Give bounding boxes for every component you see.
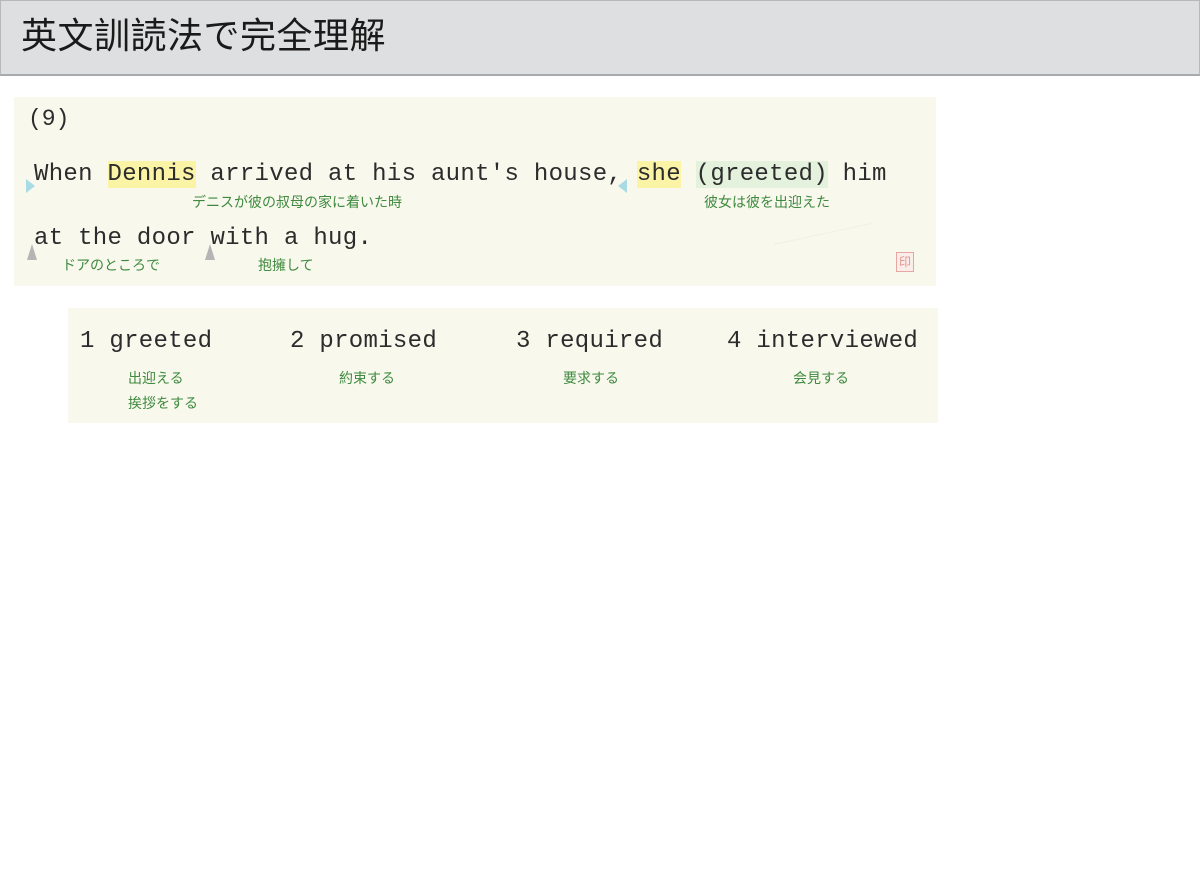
choice-2[interactable]: 2 promised 約束する <box>290 328 438 387</box>
choice-4[interactable]: 4 interviewed 会見する <box>727 328 919 387</box>
phrase-at-the-door: at the door <box>34 225 211 252</box>
seal-stamp-icon: 印 <box>896 252 914 272</box>
word-when: When <box>34 161 108 188</box>
subject-she: she <box>636 161 681 188</box>
choice-gloss: 要求する <box>563 371 619 387</box>
choice-3[interactable]: 3 required 要求する <box>516 328 664 387</box>
sentence-line-2: at the door with a hug. <box>34 225 372 252</box>
choice-1[interactable]: 1 greeted 出迎える 挨拶をする <box>80 328 213 412</box>
choices-panel: 1 greeted 出迎える 挨拶をする 2 promised 約束する 3 r… <box>68 308 938 423</box>
phrase-arrived: arrived at his aunt's house, <box>195 161 637 188</box>
object-him: him <box>827 161 887 188</box>
choice-gloss: 出迎える <box>128 371 184 387</box>
subject-dennis: Dennis <box>107 161 196 188</box>
gloss-with-hug: 抱擁して <box>258 258 314 274</box>
choice-label: 1 greeted <box>80 328 213 355</box>
gloss-when-clause: デニスが彼の叔母の家に着いた時 <box>192 195 402 211</box>
choice-gloss: 会見する <box>793 371 849 387</box>
choice-gloss: 約束する <box>339 371 395 387</box>
page-header: 英文訓読法で完全理解 <box>0 0 1200 76</box>
choice-label: 4 interviewed <box>727 328 919 355</box>
sentence-line-1: When Dennis arrived at his aunt's house,… <box>34 161 887 188</box>
phrase-with-a-hug: with a hug. <box>210 225 373 252</box>
gloss-at-door: ドアのところで <box>62 258 160 274</box>
decorative-stroke <box>773 222 879 275</box>
verb-greeted: (greeted) <box>695 161 828 188</box>
clause-end-marker <box>618 179 627 193</box>
page-title: 英文訓読法で完全理解 <box>21 16 387 57</box>
choice-gloss: 挨拶をする <box>128 396 198 412</box>
choice-label: 3 required <box>516 328 664 355</box>
question-number: (9) <box>28 106 70 132</box>
gloss-main-clause: 彼女は彼を出迎えた <box>704 195 830 211</box>
choice-label: 2 promised <box>290 328 438 355</box>
question-panel: (9) When Dennis arrived at his aunt's ho… <box>14 97 936 286</box>
